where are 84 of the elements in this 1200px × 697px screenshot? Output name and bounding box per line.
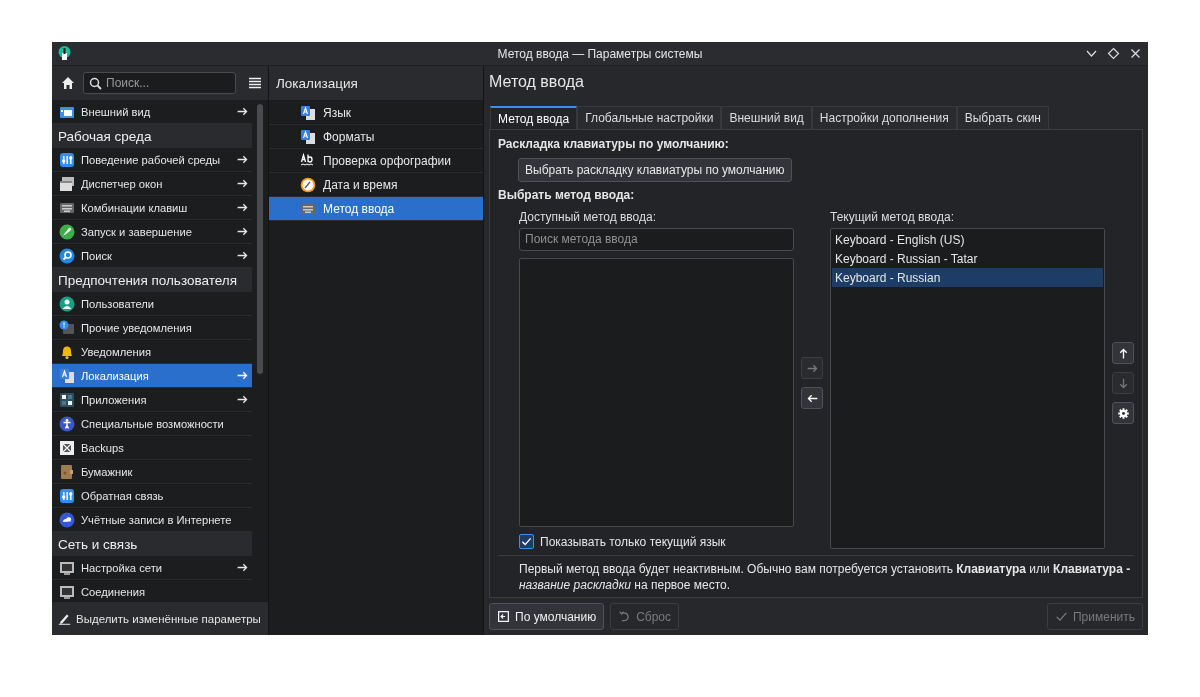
section-heading: Раскладка клавиатуры по умолчанию: — [498, 137, 730, 153]
page-title: Метод ввода — [489, 72, 585, 92]
search-icon — [59, 247, 75, 264]
sidebar-item[interactable]: Бумажник — [52, 460, 252, 484]
sidebar-item[interactable]: Комбинации клавиш — [52, 196, 252, 220]
subcategory-item[interactable]: Форматы — [269, 125, 483, 149]
move-up-button[interactable] — [1112, 342, 1134, 364]
arrow-icon — [236, 177, 249, 190]
search-icon — [89, 76, 102, 90]
sidebar-section-header: Сеть и связь — [52, 532, 252, 556]
scrollbar[interactable] — [257, 104, 263, 374]
list-label: Текущий метод ввода: — [830, 210, 954, 224]
home-icon[interactable] — [61, 76, 75, 90]
defaults-icon — [497, 610, 510, 623]
choose-layout-button[interactable]: Выбрать раскладку клавиатуры по умолчанию — [518, 158, 792, 182]
subcategory-item[interactable]: Проверка орфографии — [269, 149, 483, 173]
arrow-icon — [236, 249, 249, 262]
sidebar-item[interactable]: Backups — [52, 436, 252, 460]
notification-icon — [59, 319, 75, 336]
settings-icon — [1116, 406, 1130, 420]
section-heading: Выбрать метод ввода: — [498, 187, 636, 203]
clock-icon — [300, 176, 316, 193]
list-label: Доступный метод ввода: — [519, 209, 657, 224]
accessibility-icon — [59, 415, 75, 432]
pen-icon — [58, 612, 71, 625]
backup-icon — [59, 439, 75, 456]
user-icon — [59, 295, 75, 312]
arrow-icon — [236, 561, 249, 574]
sidebar-item[interactable]: Диспетчер окон — [52, 172, 252, 196]
arrow-icon — [236, 369, 249, 382]
defaults-button[interactable]: По умолчанию — [489, 603, 605, 630]
search-field[interactable]: Поиск метода ввода — [519, 227, 794, 251]
remove-button[interactable] — [801, 387, 823, 409]
translate-icon — [59, 367, 75, 384]
maximize-icon[interactable] — [1107, 47, 1120, 60]
sidebar-section-header: Рабочая среда — [52, 124, 252, 148]
tab[interactable]: Глобальные настройки — [577, 106, 722, 129]
sidebar-item[interactable]: Настройка сети — [52, 556, 252, 580]
list-item[interactable]: Keyboard - Russian — [832, 268, 1103, 287]
note-text: Первый метод ввода будет неактивным. Обычно вам потребуется установить Клавиатура или Клавиатура - название раскладки на первое место. — [519, 561, 1132, 593]
sliders-icon — [59, 151, 75, 168]
sidebar-item[interactable]: Приложения — [52, 388, 252, 412]
sidebar-item[interactable]: Прочие уведомления — [52, 316, 252, 340]
undo-icon — [618, 610, 632, 623]
subcategory-item[interactable]: Метод ввода — [269, 197, 483, 221]
arrow-icon — [236, 225, 249, 238]
sliders-icon — [59, 487, 75, 504]
check-icon — [521, 536, 532, 547]
menu-icon[interactable] — [248, 76, 262, 90]
sidebar-item[interactable]: Обратная связь — [52, 484, 252, 508]
arrow-icon — [236, 153, 249, 166]
app-logo-icon — [58, 46, 71, 61]
list-item[interactable]: Keyboard - Russian - Tatar — [832, 249, 1103, 268]
close-icon[interactable] — [1129, 47, 1142, 60]
tab[interactable]: Настройки дополнения — [811, 106, 957, 129]
tab[interactable]: Метод ввода — [490, 106, 578, 129]
monitor-icon — [59, 583, 75, 600]
check-icon — [1055, 610, 1068, 623]
translate-icon — [300, 104, 316, 121]
sidebar-item[interactable]: Пользователи — [52, 292, 252, 316]
tab[interactable]: Внешний вид — [721, 106, 812, 129]
monitor-icon — [59, 559, 75, 576]
subcategory-item[interactable]: Язык — [269, 101, 483, 125]
sidebar-item[interactable]: Локализация — [52, 364, 252, 388]
window-title: Метод ввода — Параметры системы — [497, 46, 703, 61]
sidebar-item[interactable]: Специальные возможности — [52, 412, 252, 436]
category-title: Локализация — [269, 66, 483, 101]
wallet-icon — [59, 463, 75, 480]
windows-icon — [59, 175, 75, 192]
sidebar-item[interactable]: Запуск и завершение — [52, 220, 252, 244]
current-methods-list[interactable]: Keyboard - English (US) Keyboard - Russian - Tatar Keyboard - Russian — [830, 228, 1105, 549]
list-item[interactable]: Keyboard - English (US) — [832, 230, 1103, 249]
arrow-icon — [236, 105, 249, 118]
search-field[interactable]: Поиск... — [83, 72, 236, 94]
sidebar-section-header: Предпочтения пользователя — [52, 268, 252, 292]
checkbox[interactable] — [519, 534, 534, 549]
arrow-icon — [236, 393, 249, 406]
apps-icon — [59, 391, 75, 408]
sidebar-item[interactable]: Поведение рабочей среды — [52, 148, 252, 172]
configure-button[interactable] — [1112, 402, 1134, 424]
checkbox-label: Показывать только текущий язык — [540, 534, 726, 549]
translate-icon — [300, 128, 316, 145]
arrow-icon — [236, 201, 249, 214]
tab[interactable]: Выбрать скин — [956, 106, 1049, 129]
